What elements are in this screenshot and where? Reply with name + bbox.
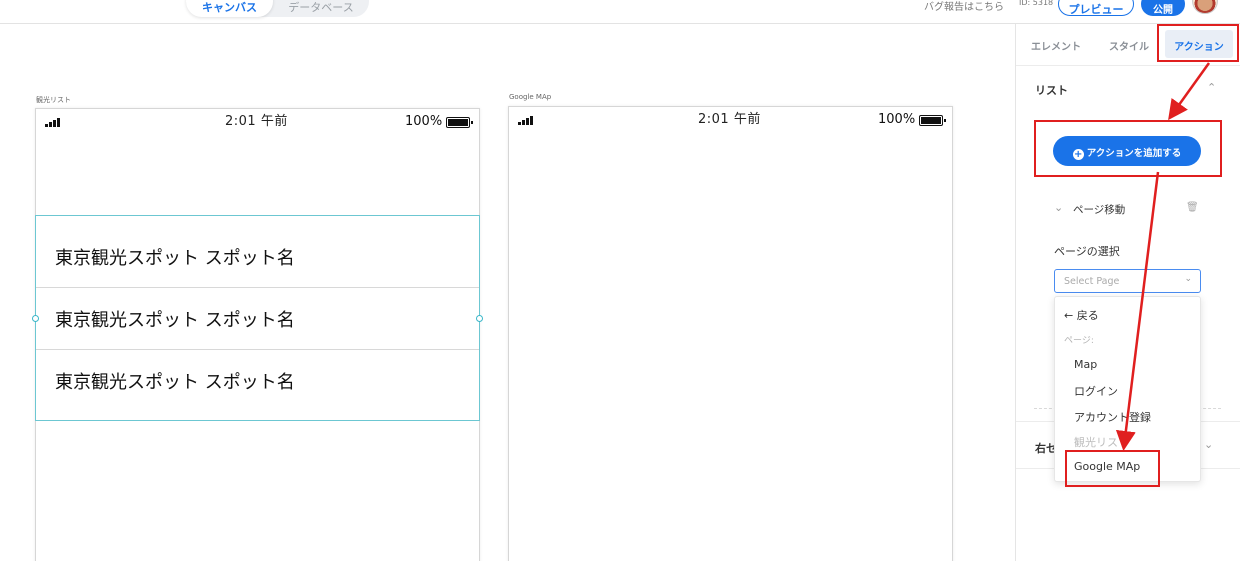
battery-percent: 100% [405,114,443,129]
resize-handle-left[interactable] [32,315,39,322]
dropdown-group-label: ページ: [1064,336,1094,346]
avatar[interactable] [1192,0,1218,14]
list-item[interactable]: 東京観光スポット スポット名 [36,350,479,412]
dropdown-item-account[interactable]: アカウント登録 [1074,409,1151,425]
frame-label[interactable]: 観光リスト [36,95,71,105]
action-name[interactable]: ページ移動 [1073,202,1125,217]
bug-report-link[interactable]: バグ報告はこちら [924,0,1004,13]
top-bar: キャンバス データベース バグ報告はこちら ID: 5318 プレビュー 公開 [0,0,1240,24]
status-time: 2:01 午前 [698,112,761,127]
publish-button[interactable]: 公開 [1141,0,1185,16]
list-item[interactable]: 東京観光スポット スポット名 [36,288,479,350]
list-item-label: 東京観光スポット スポット名 [55,248,295,269]
signal-icon [518,115,536,125]
annotation-box-action-tab [1157,24,1239,62]
battery-percent: 100% [878,112,916,127]
trash-icon[interactable]: 🗑 [1186,202,1199,213]
list-item[interactable]: 東京観光スポット スポット名 [36,226,479,288]
frame-label[interactable]: Google MAp [509,93,551,101]
dropdown-item-login[interactable]: ログイン [1074,383,1118,399]
tab-canvas[interactable]: キャンバス [186,0,273,17]
tab-database[interactable]: データベース [278,0,364,17]
chevron-down-icon[interactable]: ⌄ [1204,438,1213,451]
annotation-box-google-map [1065,450,1160,487]
tab-element[interactable]: エレメント [1022,30,1090,58]
battery-icon [919,115,946,126]
page-select[interactable]: Select Page ⌄ [1054,269,1201,293]
chevron-down-icon[interactable]: ⌄ [1054,201,1063,214]
phone-frame-google-map[interactable]: 2:01 午前 100% [508,106,953,561]
list-item-label: 東京観光スポット スポット名 [55,372,295,393]
view-switcher: キャンバス データベース [186,0,369,17]
app-root: { "header": { "tabs": [ {"label": "キャンバス… [0,0,1240,561]
battery-icon [446,117,473,128]
page-select-label: ページの選択 [1054,245,1120,258]
annotation-box-add-action [1034,120,1222,177]
signal-icon [45,117,63,127]
resize-handle-right[interactable] [476,315,483,322]
dropdown-item-map[interactable]: Map [1074,358,1097,371]
preview-button[interactable]: プレビュー [1058,0,1134,16]
chevron-down-icon: ⌄ [1184,274,1192,284]
section-title-list[interactable]: リスト [1035,82,1068,98]
dropdown-item-tourism-list: 観光リスト [1074,436,1129,449]
list-item-label: 東京観光スポット スポット名 [55,310,295,331]
dropdown-back-item[interactable]: ← 戻る [1064,307,1099,323]
status-time: 2:01 午前 [225,114,288,129]
chevron-up-icon[interactable]: ⌃ [1207,81,1216,94]
divider [1016,65,1240,66]
page-select-placeholder: Select Page [1064,276,1120,287]
list-component[interactable]: 東京観光スポット スポット名 東京観光スポット スポット名 東京観光スポット ス… [35,215,480,421]
tab-style[interactable]: スタイル [1099,30,1159,58]
project-id: ID: 5318 [1019,0,1054,7]
